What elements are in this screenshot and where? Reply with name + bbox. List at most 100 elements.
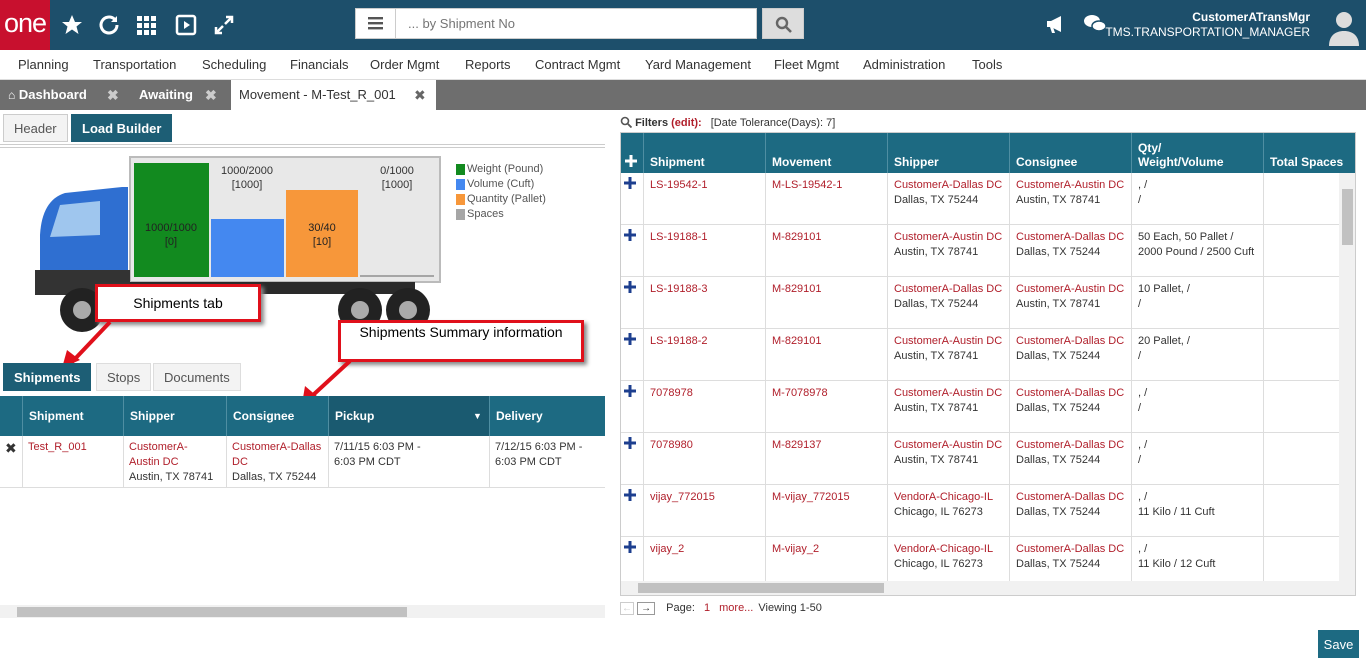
table-row[interactable]: LS-19188-1 M-829101 CustomerA-Austin DC Aus… <box>621 225 1339 277</box>
cell-movement[interactable]: M-vijay_772015 <box>765 485 887 537</box>
cell-shipper: CustomerA-Austin DCAustin, TX 78741 <box>123 436 226 488</box>
next-page-icon[interactable]: → <box>637 602 656 615</box>
page-number[interactable]: 1 <box>704 602 710 614</box>
col-shipment[interactable]: Shipment <box>643 133 765 173</box>
col-pickup[interactable]: Pickup ▼ <box>328 396 489 436</box>
col-delivery[interactable]: Delivery <box>489 396 605 436</box>
menu-yard-management[interactable]: Yard Management <box>645 57 751 72</box>
menu-planning[interactable]: Planning <box>18 57 69 72</box>
cell-total-spaces <box>1263 381 1339 433</box>
close-icon[interactable]: ✖ <box>205 80 217 110</box>
tab-awaiting[interactable]: Awaiting ✖ <box>131 80 226 110</box>
tab-load-builder[interactable]: Load Builder <box>71 114 173 142</box>
user-info[interactable]: CustomerATransMgr TMS.TRANSPORTATION_MAN… <box>1105 10 1310 40</box>
col-consignee[interactable]: Consignee <box>226 396 328 436</box>
avatar[interactable] <box>1328 8 1360 46</box>
tab-stops[interactable]: Stops <box>96 363 152 391</box>
chat-icon[interactable] <box>1083 12 1107 36</box>
cell-movement[interactable]: M-829101 <box>765 225 887 277</box>
expand-row-icon[interactable] <box>621 485 643 537</box>
expand-row-icon[interactable] <box>621 225 643 277</box>
table-row[interactable]: LS-19542-1 M-LS-19542-1 CustomerA-Dallas D… <box>621 173 1339 225</box>
cell-movement[interactable]: M-7078978 <box>765 381 887 433</box>
col-shipper[interactable]: Shipper <box>123 396 226 436</box>
menu-fleet-mgmt[interactable]: Fleet Mgmt <box>774 57 839 72</box>
close-icon[interactable]: ✖ <box>414 80 426 110</box>
menu-reports[interactable]: Reports <box>465 57 511 72</box>
vertical-scrollbar[interactable] <box>1339 173 1355 595</box>
play-icon[interactable] <box>174 13 198 37</box>
scroll-thumb[interactable] <box>638 583 884 593</box>
table-row[interactable]: 7078980 M-829137 CustomerA-Austin DC Austin… <box>621 433 1339 485</box>
table-row[interactable]: LS-19188-3 M-829101 CustomerA-Dallas DC Dal… <box>621 277 1339 329</box>
expand-icon[interactable] <box>212 13 236 37</box>
cell-shipment[interactable]: 7078978 <box>643 381 765 433</box>
cell-shipment[interactable]: LS-19188-3 <box>643 277 765 329</box>
menu-financials[interactable]: Financials <box>290 57 349 72</box>
cell-shipment[interactable]: LS-19542-1 <box>643 173 765 225</box>
tab-shipments[interactable]: Shipments <box>3 363 92 391</box>
grid-header: Shipment Movement Shipper Consignee Qty/… <box>621 133 1355 173</box>
weight-top-label: 1000/2000 <box>221 165 273 177</box>
search-input[interactable] <box>398 9 753 38</box>
expand-row-icon[interactable] <box>621 173 643 225</box>
cell-movement[interactable]: M-829137 <box>765 433 887 485</box>
expand-row-icon[interactable] <box>621 381 643 433</box>
menu-contract-mgmt[interactable]: Contract Mgmt <box>535 57 620 72</box>
col-shipper[interactable]: Shipper <box>887 133 1009 173</box>
scroll-thumb[interactable] <box>1342 189 1353 245</box>
menu-scheduling[interactable]: Scheduling <box>202 57 266 72</box>
expand-row-icon[interactable] <box>621 329 643 381</box>
grid-icon[interactable] <box>135 13 159 37</box>
search-menu-button[interactable] <box>356 9 396 38</box>
cell-shipment[interactable]: LS-19188-2 <box>643 329 765 381</box>
col-consignee[interactable]: Consignee <box>1009 133 1131 173</box>
refresh-icon[interactable] <box>97 13 121 37</box>
expand-row-icon[interactable] <box>621 277 643 329</box>
search-button[interactable] <box>762 8 804 39</box>
expand-all-icon[interactable] <box>621 133 643 173</box>
megaphone-icon[interactable] <box>1044 12 1068 36</box>
filters-edit-link[interactable]: (edit): <box>671 117 702 129</box>
cell-movement[interactable]: M-829101 <box>765 277 887 329</box>
table-row[interactable]: vijay_772015 M-vijay_772015 VendorA-Chicag… <box>621 485 1339 537</box>
star-icon[interactable] <box>60 13 84 37</box>
horizontal-scrollbar[interactable] <box>0 605 605 618</box>
save-button[interactable]: Save <box>1318 630 1359 658</box>
col-shipment[interactable]: Shipment <box>22 396 122 436</box>
legend-quantity: Quantity (Pallet) <box>456 192 546 207</box>
tab-header[interactable]: Header <box>3 114 68 142</box>
table-row[interactable]: 7078978 M-7078978 CustomerA-Austin DC Austi… <box>621 381 1339 433</box>
prev-page-icon[interactable]: ← <box>620 602 634 615</box>
col-qty-weight-volume[interactable]: Qty/ Weight/Volume <box>1131 133 1263 173</box>
table-row[interactable]: ✖ Test_R_001 CustomerA- Austin DC Austin, … <box>0 436 605 488</box>
close-icon[interactable]: ✖ <box>107 80 119 110</box>
shipments-grid: Shipment Shipper Consignee Pickup ▼ Deliv… <box>0 396 605 488</box>
menu-administration[interactable]: Administration <box>863 57 945 72</box>
remove-icon[interactable]: ✖ <box>0 436 22 488</box>
cell-qty: , /11 Kilo / 11 Cuft <box>1131 485 1263 537</box>
cell-movement[interactable]: M-LS-19542-1 <box>765 173 887 225</box>
more-pages-link[interactable]: more... <box>719 602 753 614</box>
cell-shipment[interactable]: vijay_772015 <box>643 485 765 537</box>
top-bar: one CustomerATransMgr TMS.TRANSPORTATION… <box>0 0 1366 50</box>
col-total-spaces[interactable]: Total Spaces <box>1263 133 1355 173</box>
tab-movement[interactable]: Movement - M-Test_R_001 ✖ <box>231 80 436 110</box>
expand-row-icon[interactable] <box>621 433 643 485</box>
table-row[interactable]: LS-19188-2 M-829101 CustomerA-Austin DC Aus… <box>621 329 1339 381</box>
menu-tools[interactable]: Tools <box>972 57 1002 72</box>
logo[interactable]: one <box>0 0 50 50</box>
tab-documents[interactable]: Documents <box>153 363 241 391</box>
horizontal-scrollbar[interactable] <box>621 581 1339 595</box>
cell-shipment[interactable]: 7078980 <box>643 433 765 485</box>
menu-order-mgmt[interactable]: Order Mgmt <box>370 57 439 72</box>
scroll-thumb[interactable] <box>17 607 407 617</box>
tab-dashboard[interactable]: ⌂ Dashboard ✖ <box>0 80 125 110</box>
menu-transportation[interactable]: Transportation <box>93 57 176 72</box>
cell-shipment[interactable]: LS-19188-1 <box>643 225 765 277</box>
volume-bar <box>211 219 284 277</box>
col-movement[interactable]: Movement <box>765 133 887 173</box>
cell-shipment[interactable]: Test_R_001 <box>22 436 123 488</box>
cell-total-spaces <box>1263 485 1339 537</box>
cell-movement[interactable]: M-829101 <box>765 329 887 381</box>
